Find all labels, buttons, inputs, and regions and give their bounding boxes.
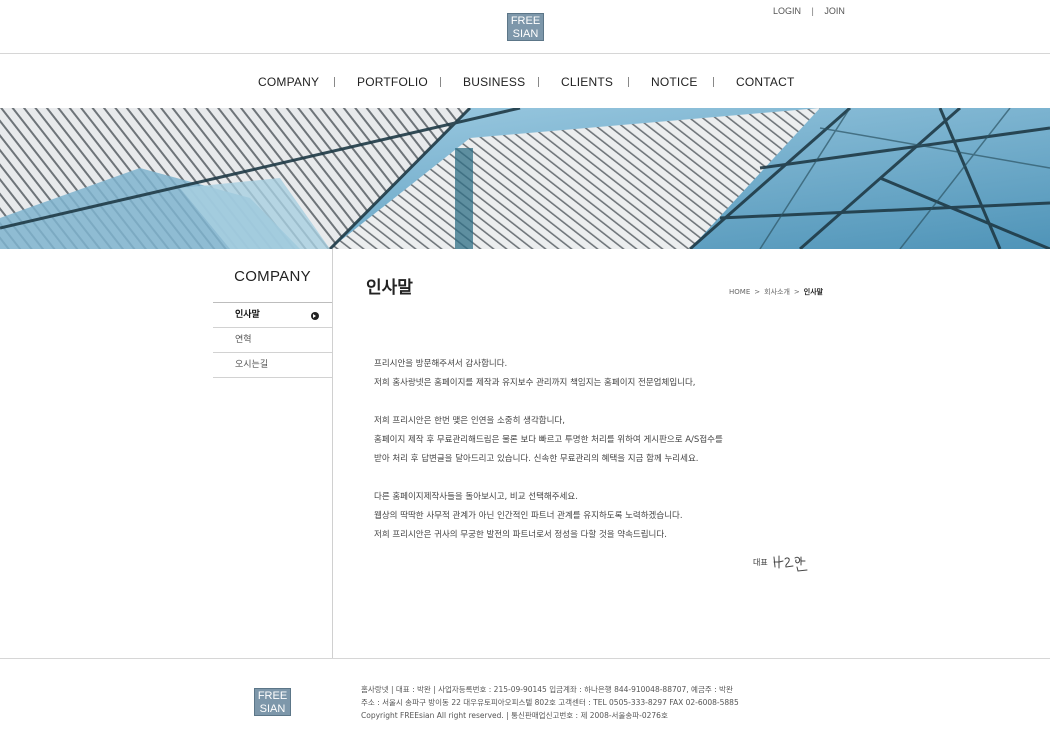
nav-divider [538,77,539,87]
login-link[interactable]: LOGIN [773,6,801,16]
logo-line-2: SIAN [259,703,286,715]
sidebar-item-greeting[interactable]: 인사말 [213,303,332,328]
greeting-line: 홈페이지 제작 후 무료관리해드림은 물론 보다 빠르고 투명한 처리를 위하여… [374,435,723,445]
sidebar-item-label: 연혁 [235,335,252,345]
sidebar-divider [332,249,333,658]
nav-divider [334,77,335,87]
breadcrumb-current: 인사말 [803,288,824,296]
nav-divider [628,77,629,87]
greeting-line: 프리시안을 방문해주셔서 감사합니다. [374,359,508,369]
logo-line-1: FREE [510,15,541,27]
sidebar-title: COMPANY [234,268,311,285]
greeting-message: 프리시안을 방문해주셔서 감사합니다. 저희 홈사랑넷은 홈페이지를 제작과 유… [374,358,794,548]
glass-roof-illustration [0,108,1050,249]
greeting-line: 웹상의 딱딱한 사무적 관계가 아닌 인간적인 파트너 관계를 유지하도록 노력… [374,511,683,521]
footer-company-info: 홈사랑넷 | 대표 : 박완 | 사업자등록번호 : 215-09-90145 … [361,684,739,723]
greeting-line: 저희 프리시안은 한번 맺은 인연을 소중히 생각합니다, [374,416,565,426]
breadcrumb-section[interactable]: 회사소개 [764,288,790,296]
nav-divider [713,77,714,87]
logo-line-1: FREE [257,690,288,702]
page-title: 인사말 [366,278,413,298]
hero-banner-image [0,108,1050,249]
nav-company[interactable]: COMPANY [258,75,319,89]
sidebar-item-label: 오시는길 [235,360,269,370]
circle-arrow-right-icon [311,312,319,320]
breadcrumb-separator: > [793,288,800,296]
ceo-signature: 대표 [753,555,808,572]
nav-contact[interactable]: CONTACT [736,75,795,89]
greeting-line: 저희 프리시안은 귀사의 무궁한 발전의 파트너로서 정성을 다할 것을 약속드… [374,530,667,540]
breadcrumb-separator: > [754,288,761,296]
utility-separator: | [811,5,814,16]
handwritten-signature [773,555,808,572]
freesian-logo[interactable]: FREE SIAN [507,13,544,41]
top-bar: FREE SIAN LOGIN | JOIN [0,0,1050,54]
nav-business[interactable]: BUSINESS [463,75,525,89]
footer-line: Copyright FREEsian All right reserved. |… [361,711,668,720]
greeting-line: 받아 처리 후 답변글을 달아드리고 있습니다. 신속한 무료관리의 혜택을 지… [374,454,699,464]
footer-logo[interactable]: FREE SIAN [254,688,291,716]
sidebar-item-label: 인사말 [235,310,260,320]
utility-links: LOGIN | JOIN [773,5,845,16]
sidebar-item-history[interactable]: 연혁 [213,328,332,353]
sidebar-item-directions[interactable]: 오시는길 [213,353,332,378]
footer-line: 홈사랑넷 | 대표 : 박완 | 사업자등록번호 : 215-09-90145 … [361,685,733,694]
footer-line: 주소 : 서울시 송파구 방이동 22 대우유토피아오피스텔 802호 고객센터… [361,698,739,707]
main-nav: COMPANY PORTFOLIO BUSINESS CLIENTS NOTIC… [0,55,1050,108]
nav-divider [440,77,441,87]
logo-line-2: SIAN [512,28,539,40]
signature-label: 대표 [753,558,768,567]
breadcrumb: HOME > 회사소개 > 인사말 [729,287,823,297]
join-link[interactable]: JOIN [824,6,845,16]
breadcrumb-home[interactable]: HOME [729,288,750,296]
nav-portfolio[interactable]: PORTFOLIO [357,75,428,89]
sidebar-menu: 인사말 연혁 오시는길 [213,302,332,378]
nav-clients[interactable]: CLIENTS [561,75,613,89]
greeting-line: 저희 홈사랑넷은 홈페이지를 제작과 유지보수 관리까지 책임지는 홈페이지 전… [374,378,696,388]
greeting-line: 다른 홈페이지제작사들을 돌아보시고, 비교 선택해주세요. [374,492,578,502]
nav-notice[interactable]: NOTICE [651,75,698,89]
